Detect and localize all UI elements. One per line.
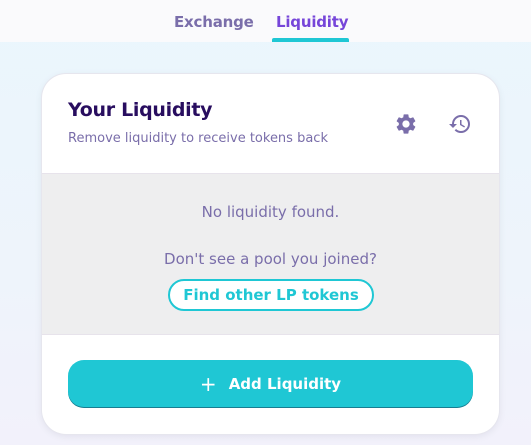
pool-prompt-text: Don't see a pool you joined?: [164, 250, 377, 268]
settings-button[interactable]: [392, 110, 420, 138]
page-subtitle: Remove liquidity to receive tokens back: [68, 131, 328, 146]
empty-state-message: No liquidity found.: [201, 203, 340, 221]
gear-icon: [396, 114, 416, 134]
top-navigation: Exchange Liquidity: [0, 0, 531, 42]
liquidity-card: Your Liquidity Remove liquidity to recei…: [42, 74, 499, 434]
plus-icon: +: [199, 372, 217, 396]
add-liquidity-button[interactable]: + Add Liquidity: [68, 360, 473, 408]
active-tab-indicator: [272, 38, 349, 42]
history-icon: [449, 115, 470, 133]
liquidity-list-empty: No liquidity found. Don't see a pool you…: [42, 174, 499, 335]
page-title: Your Liquidity: [68, 99, 213, 121]
find-lp-tokens-button[interactable]: Find other LP tokens: [168, 279, 374, 311]
tab-exchange[interactable]: Exchange: [174, 13, 254, 35]
history-button[interactable]: [446, 110, 474, 138]
tab-liquidity[interactable]: Liquidity: [276, 13, 348, 35]
add-liquidity-label: Add Liquidity: [228, 375, 342, 393]
card-header: Your Liquidity Remove liquidity to recei…: [42, 74, 499, 174]
